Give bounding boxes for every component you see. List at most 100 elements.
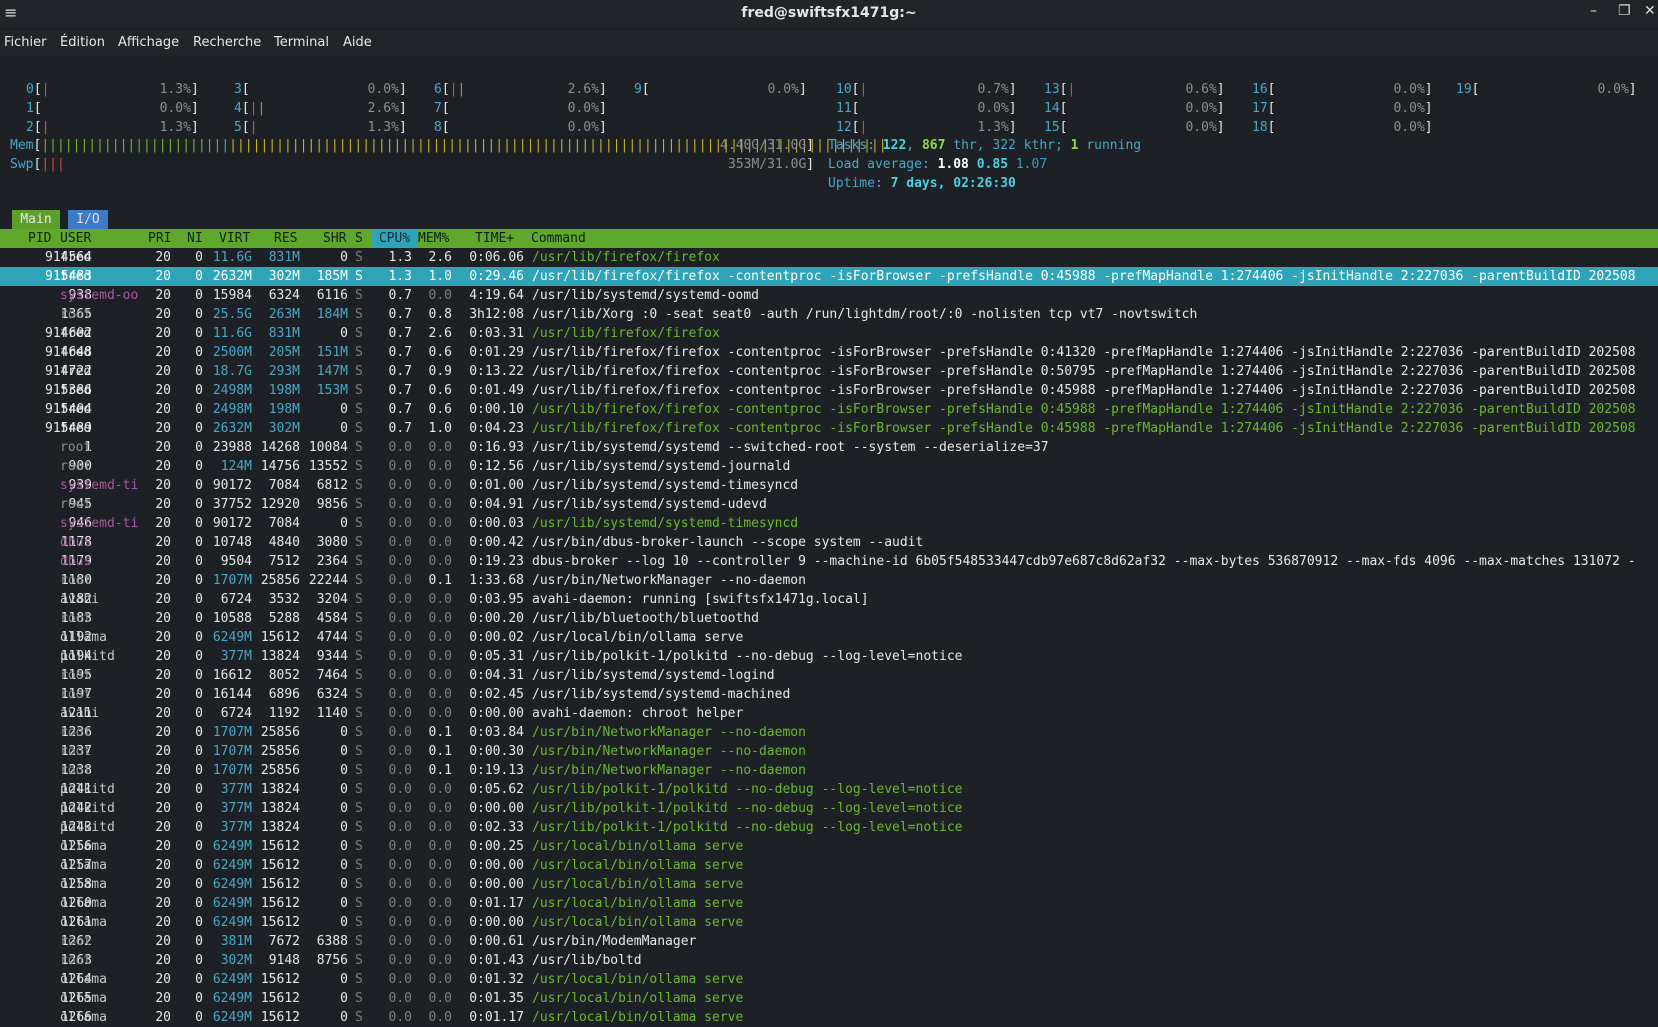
tab-main[interactable]: Main <box>12 210 60 229</box>
cell-time: 0:00.00 <box>469 877 524 892</box>
process-row[interactable]: 1256 ollama 20 0 6249M 15612 0 S 0.0 0.0 0:00.25/u… <box>0 837 1658 856</box>
close-icon[interactable]: ✕ <box>1644 3 1656 19</box>
cell-cpu: 0.0 <box>388 630 412 645</box>
cell-user: avahi <box>60 592 100 607</box>
col-virt[interactable]: VIRT <box>219 229 250 248</box>
cell-cmd: /usr/lib/firefox/firefox -contentproc -i… <box>532 364 1636 379</box>
process-row[interactable]: 1183 root 20 0 10588 5288 4584 S 0.0 0.0 0:00.20/u… <box>0 609 1658 628</box>
process-row[interactable]: 915386 fred 20 0 2498M 198M 153M S 0.7 0.6 0:01.49… <box>0 381 1658 400</box>
process-row[interactable]: 1258 ollama 20 0 6249M 15612 0 S 0.0 0.0 0:00.00/u… <box>0 875 1658 894</box>
menu-affichage[interactable]: Affichage <box>118 35 179 50</box>
cell-virt: 90172 <box>212 516 252 531</box>
cpu-percent: 0.0% <box>977 101 1009 116</box>
col-cpu[interactable]: CPU% <box>372 229 417 248</box>
process-row[interactable]: 1242 polkitd 20 0 377M 13824 0 S 0.0 0.0 0:00.00/u… <box>0 799 1658 818</box>
col-command[interactable]: Command <box>531 229 586 248</box>
process-row[interactable]: 1194 polkitd 20 0 377M 13824 9344 S 0.0 0.0 0:05.3… <box>0 647 1658 666</box>
cell-time: 4:19.64 <box>469 288 524 303</box>
cell-cmd: /usr/local/bin/ollama serve <box>532 630 744 645</box>
terminal-area[interactable]: 0[| 1.3%] 1[0.0%] 2[| 1.3%] 3[0.0%] 4[|| 2.6%] 5… <box>0 56 1658 1025</box>
menu-aide[interactable]: Aide <box>343 35 372 50</box>
menu-edition[interactable]: Édition <box>60 35 105 50</box>
cell-ni: 0 <box>195 934 203 949</box>
cell-ni: 0 <box>195 706 203 721</box>
process-row[interactable]: 1195 root 20 0 16612 8052 7464 S 0.0 0.0 0:04.31/u… <box>0 666 1658 685</box>
process-row[interactable]: 1243 polkitd 20 0 377M 13824 0 S 0.0 0.0 0:02.33/u… <box>0 818 1658 837</box>
process-row[interactable]: 914602 fred 20 0 11.6G 831M 0 S 0.7 2.6 0:03.31/us… <box>0 324 1658 343</box>
process-row[interactable]: 1238 root 20 0 1707M 25856 0 S 0.0 0.1 0:19.13/usr… <box>0 761 1658 780</box>
process-row[interactable]: 1192 ollama 20 0 6249M 15612 4744 S 0.0 0.0 0:00.0… <box>0 628 1658 647</box>
minimize-icon[interactable]: – <box>1590 3 1597 19</box>
process-row[interactable]: 1365 root 20 0 25.5G 263M 184M S 0.7 0.8 3h12:08/u… <box>0 305 1658 324</box>
cell-time: 0:00.02 <box>469 630 524 645</box>
process-row[interactable]: 1257 ollama 20 0 6249M 15612 0 S 0.0 0.0 0:00.00/u… <box>0 856 1658 875</box>
cell-ni: 0 <box>195 630 203 645</box>
col-pid[interactable]: PID <box>28 229 51 248</box>
process-row[interactable]: 1211 avahi 20 0 6724 1192 1140 S 0.0 0.0 0:00.00 av… <box>0 704 1658 723</box>
col-pri[interactable]: PRI <box>148 229 171 248</box>
process-row[interactable]: 946 systemd-ti 20 0 90172 7084 0 S 0.0 0.0 0:00.03… <box>0 514 1658 533</box>
process-row[interactable]: 1180 root 20 0 1707M 25856 22244 S 0.0 0.1 1:33.68… <box>0 571 1658 590</box>
process-row[interactable]: 1265 ollama 20 0 6249M 15612 0 S 0.0 0.0 0:01.35/u… <box>0 989 1658 1008</box>
process-row[interactable]: 1264 ollama 20 0 6249M 15612 0 S 0.0 0.0 0:01.32/u… <box>0 970 1658 989</box>
menu-fichier[interactable]: Fichier <box>4 35 47 50</box>
col-shr[interactable]: SHR <box>323 229 346 248</box>
cell-user: fred <box>60 402 92 417</box>
process-row[interactable]: 1 root 20 0 23988 14268 10084 S 0.0 0.0 0:16.93/us… <box>0 438 1658 457</box>
cell-pri: 20 <box>155 972 171 987</box>
cell-shr: 2364 <box>316 554 348 569</box>
cell-s: S <box>355 687 363 702</box>
cell-pri: 20 <box>155 782 171 797</box>
menu-terminal[interactable]: Terminal <box>274 35 329 50</box>
process-row[interactable]: 1236 root 20 0 1707M 25856 0 S 0.0 0.1 0:03.84/usr… <box>0 723 1658 742</box>
col-user[interactable]: USER <box>60 229 91 248</box>
process-row[interactable]: 1241 polkitd 20 0 377M 13824 0 S 0.0 0.0 0:05.62/u… <box>0 780 1658 799</box>
process-row[interactable]: 914722 fred 20 0 18.7G 293M 147M S 0.7 0.9 0:13.22… <box>0 362 1658 381</box>
process-row[interactable]: 939 systemd-ti 20 0 90172 7084 6812 S 0.0 0.0 0:01… <box>0 476 1658 495</box>
col-time[interactable]: TIME+ <box>475 229 514 248</box>
process-row[interactable]: 1261 ollama 20 0 6249M 15612 0 S 0.0 0.0 0:00.00/u… <box>0 913 1658 932</box>
cell-cmd: /usr/local/bin/ollama serve <box>532 972 744 987</box>
process-row[interactable]: 945 root 20 0 37752 12920 9856 S 0.0 0.0 0:04.91/u… <box>0 495 1658 514</box>
window-titlebar: ≡ fred@swiftsfx1471g:~ – ❐ ✕ <box>0 0 1658 28</box>
process-row[interactable]: 915404 fred 20 0 2498M 198M 0 S 0.7 0.6 0:00.10/us… <box>0 400 1658 419</box>
cell-mem: 0.0 <box>428 915 452 930</box>
cpu-percent: 0.0% <box>1597 82 1629 97</box>
process-row[interactable]: 915489 fred 20 0 2632M 302M 0 S 0.7 1.0 0:04.23/us… <box>0 419 1658 438</box>
cell-virt: 377M <box>220 820 252 835</box>
process-row[interactable]: 900 root 20 0 124M 14756 13552 S 0.0 0.0 0:12.56/u… <box>0 457 1658 476</box>
process-row[interactable]: 1237 root 20 0 1707M 25856 0 S 0.0 0.1 0:00.30/usr… <box>0 742 1658 761</box>
process-row[interactable]: 1262 root 20 0 381M 7672 6388 S 0.0 0.0 0:00.61/us… <box>0 932 1658 951</box>
cell-s: S <box>355 744 363 759</box>
cell-virt: 16144 <box>212 687 252 702</box>
col-ni[interactable]: NI <box>187 229 203 248</box>
cell-time: 0:03.31 <box>469 326 524 341</box>
cell-cmd: /usr/bin/NetworkManager --no-daemon <box>532 573 806 588</box>
process-row[interactable]: 1266 ollama 20 0 6249M 15612 0 S 0.0 0.0 0:01.17/u… <box>0 1008 1658 1027</box>
process-row[interactable]: 915483 fred 20 0 2632M 302M 185M S 1.3 1.0 0:29.46… <box>0 267 1658 286</box>
process-row[interactable]: 938 systemd-oo 20 0 15984 6324 6116 S 0.7 0.0 4:19… <box>0 286 1658 305</box>
cell-time: 0:01.43 <box>469 953 524 968</box>
process-row[interactable]: 1260 ollama 20 0 6249M 15612 0 S 0.0 0.0 0:01.17/u… <box>0 894 1658 913</box>
col-mem[interactable]: MEM% <box>418 229 449 248</box>
process-row[interactable]: 1179 dbus 20 0 9504 7512 2364 S 0.0 0.0 0:19.23 dbu… <box>0 552 1658 571</box>
cell-mem: 0.0 <box>428 630 452 645</box>
cell-shr: 4744 <box>316 630 348 645</box>
process-row[interactable]: 1197 root 20 0 16144 6896 6324 S 0.0 0.0 0:02.45/u… <box>0 685 1658 704</box>
cell-shr: 0 <box>340 421 348 436</box>
cell-user: ollama <box>60 896 107 911</box>
cell-s: S <box>355 763 363 778</box>
maximize-icon[interactable]: ❐ <box>1618 3 1631 19</box>
cpu-percent: 1.3% <box>159 82 191 97</box>
process-row[interactable]: 1182 avahi 20 0 6724 3532 3204 S 0.0 0.0 0:03.95 av… <box>0 590 1658 609</box>
process-row[interactable]: 1178 dbus 20 0 10748 4840 3080 S 0.0 0.0 0:00.42/u… <box>0 533 1658 552</box>
col-res[interactable]: RES <box>274 229 297 248</box>
cell-s: S <box>355 1010 363 1025</box>
process-row[interactable]: 914648 fred 20 0 2500M 205M 151M S 0.7 0.6 0:01.29… <box>0 343 1658 362</box>
menu-recherche[interactable]: Recherche <box>193 35 261 50</box>
col-state[interactable]: S <box>355 229 363 248</box>
process-row[interactable]: 1263 root 20 0 302M 9148 8756 S 0.0 0.0 0:01.43/us… <box>0 951 1658 970</box>
process-row[interactable]: 914564 fred 20 0 11.6G 831M 0 S 1.3 2.6 0:06.06/us… <box>0 248 1658 267</box>
cell-time: 3h12:08 <box>469 307 524 322</box>
tab-io[interactable]: I/O <box>68 210 108 229</box>
